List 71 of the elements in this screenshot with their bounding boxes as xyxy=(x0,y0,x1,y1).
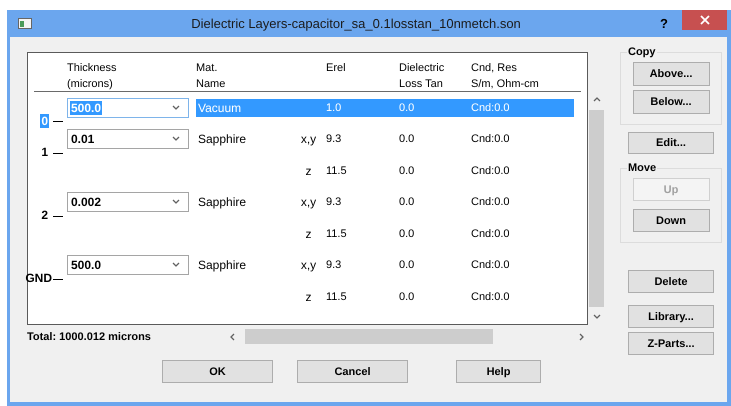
layer-label: 2 xyxy=(40,208,49,222)
window-title: Dielectric Layers-capacitor_sa_0.1losstan_10nmetch.son xyxy=(190,16,522,31)
column-header: Erel xyxy=(326,61,346,76)
loss-tan-cell: 0.0 xyxy=(399,195,414,210)
thickness-dropdown[interactable]: 0.01 xyxy=(67,129,189,150)
erel-cell: 11.5 xyxy=(326,290,347,304)
erel-cell: 9.3 xyxy=(326,132,342,146)
layer-label: 0 xyxy=(40,114,49,128)
copy-button[interactable]: Below... xyxy=(632,90,710,114)
caret-icon xyxy=(172,135,180,144)
material-name: Sapphire xyxy=(197,258,246,272)
erel-cell: 11.5 xyxy=(326,164,347,178)
scroll-right-icon[interactable] xyxy=(578,332,586,340)
axis-label: x,y xyxy=(300,258,316,272)
caret-icon xyxy=(172,104,180,112)
total-thickness: Total: 1000.012 microns xyxy=(27,330,152,342)
conductivity-cell: Cnd:0.0 xyxy=(471,100,510,115)
conductivity-cell: Cnd:0.0 xyxy=(471,132,510,146)
axis-label: x,y xyxy=(300,195,316,210)
dialog-button[interactable]: OK xyxy=(162,360,273,383)
caret-icon xyxy=(172,198,180,206)
loss-tan-cell: 0.0 xyxy=(399,132,414,146)
help-button[interactable]: ? xyxy=(660,16,668,31)
loss-tan-cell: 0.0 xyxy=(399,226,414,241)
thickness-dropdown[interactable]: 0.002 xyxy=(67,192,189,212)
scroll-down-icon[interactable] xyxy=(592,313,600,321)
close-icon xyxy=(700,15,710,25)
action-button[interactable]: Delete xyxy=(628,270,714,293)
material-name: Vacuum xyxy=(197,100,242,115)
copy-button[interactable]: Above... xyxy=(632,62,710,86)
loss-tan-cell: 0.0 xyxy=(399,258,414,272)
conductivity-cell: Cnd:0.0 xyxy=(471,195,510,210)
thickness-dropdown[interactable]: 500.0 xyxy=(67,255,189,276)
action-button[interactable]: Library... xyxy=(628,305,714,328)
scroll-up-icon[interactable] xyxy=(592,96,600,104)
conductivity-cell: Cnd:0.0 xyxy=(471,226,510,241)
move-button[interactable]: Down xyxy=(632,209,710,232)
interface-tick xyxy=(53,278,63,280)
column-header: Mat. Name xyxy=(196,61,226,92)
erel-cell: 1.0 xyxy=(326,100,342,115)
caret-icon xyxy=(172,261,180,270)
loss-tan-cell: 0.0 xyxy=(399,290,414,304)
conductivity-cell: Cnd:0.0 xyxy=(471,164,510,178)
axis-label: z xyxy=(306,226,312,241)
erel-cell: 11.5 xyxy=(326,226,347,241)
column-header: Dielectric Loss Tan xyxy=(399,61,444,92)
erel-cell: 9.3 xyxy=(326,258,342,272)
column-header: Thickness (microns) xyxy=(66,61,117,92)
material-name: Sapphire xyxy=(197,132,246,146)
window-icon xyxy=(18,18,32,29)
group-title: Copy xyxy=(627,46,656,58)
group-title: Move xyxy=(627,162,658,174)
axis-label: x,y xyxy=(300,132,316,146)
axis-label: z xyxy=(306,164,312,178)
action-button[interactable]: Z-Parts... xyxy=(628,332,714,355)
loss-tan-cell: 0.0 xyxy=(399,164,414,178)
interface-tick xyxy=(53,121,63,122)
dialog-button[interactable]: Cancel xyxy=(297,360,408,383)
material-name: Sapphire xyxy=(197,195,246,210)
layer-label: 1 xyxy=(40,145,49,159)
dialog-button[interactable]: Help xyxy=(456,360,541,383)
loss-tan-cell: 0.0 xyxy=(399,100,414,115)
axis-label: z xyxy=(306,290,312,304)
erel-cell: 9.3 xyxy=(326,195,342,210)
interface-tick xyxy=(53,152,63,154)
conductivity-cell: Cnd:0.0 xyxy=(471,258,510,272)
close-button[interactable] xyxy=(682,10,727,30)
conductivity-cell: Cnd:0.0 xyxy=(471,290,510,304)
edit-button[interactable]: Edit... xyxy=(628,132,714,154)
scroll-left-icon[interactable] xyxy=(229,332,237,340)
column-header: Cnd, Res S/m, Ohm-cm xyxy=(471,61,539,92)
